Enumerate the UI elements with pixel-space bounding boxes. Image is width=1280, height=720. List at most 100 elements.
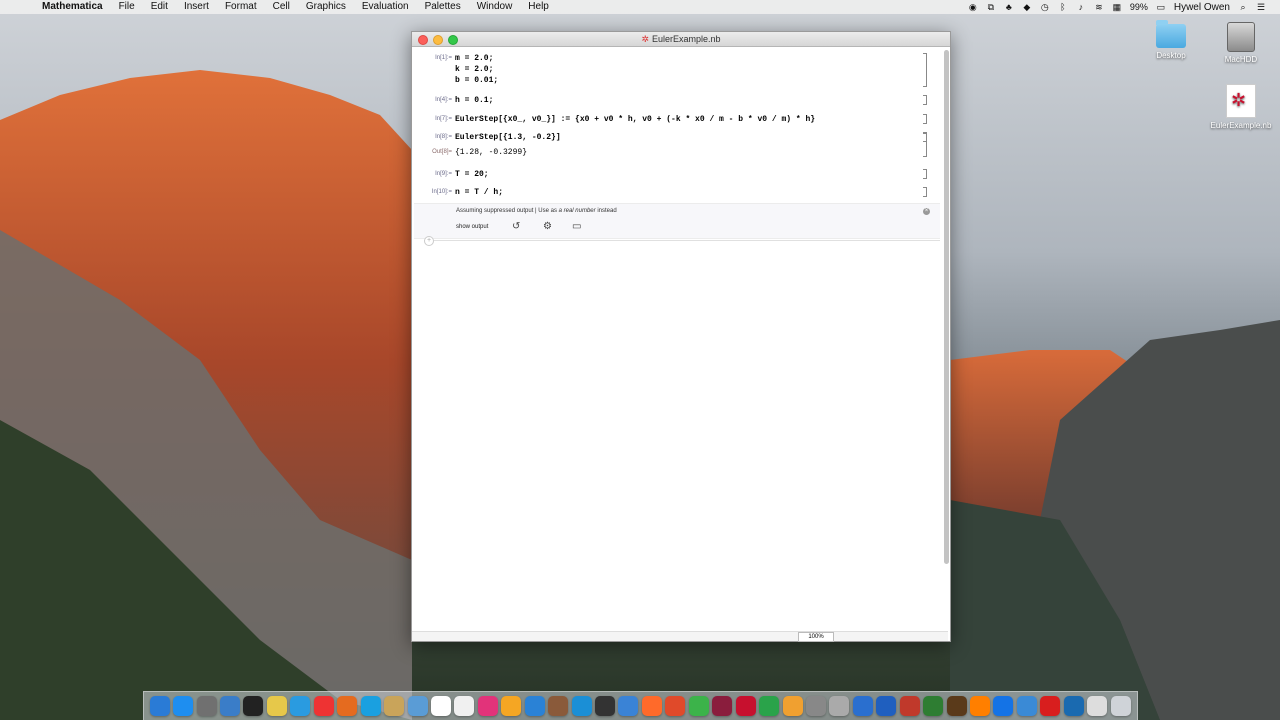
cell-bracket[interactable] xyxy=(923,95,927,105)
dock-app-scrivener-icon[interactable] xyxy=(946,696,967,716)
dock-app-chrome-icon[interactable] xyxy=(313,696,334,716)
menu-graphics[interactable]: Graphics xyxy=(298,0,354,14)
dock-app-app-store-icon[interactable] xyxy=(173,696,194,716)
cell-bracket[interactable] xyxy=(923,187,927,197)
menu-insert[interactable]: Insert xyxy=(176,0,217,14)
close-window-button[interactable] xyxy=(418,35,428,45)
dock-app-keynote-remote-icon[interactable] xyxy=(1016,696,1037,716)
minimize-window-button[interactable] xyxy=(433,35,443,45)
close-suggestions-icon[interactable]: × xyxy=(923,208,930,215)
dock-app-photoshop-icon[interactable] xyxy=(993,696,1014,716)
wifi-icon[interactable]: ≋ xyxy=(1094,2,1104,12)
bluetooth-icon[interactable]: ᛒ xyxy=(1058,2,1068,12)
notebook-cell[interactable]: In[9]:= T = 20; xyxy=(412,169,937,181)
menu-file[interactable]: File xyxy=(111,0,143,14)
suggestion-link-real-number[interactable]: a real number xyxy=(559,208,596,214)
menu-evaluation[interactable]: Evaluation xyxy=(354,0,417,14)
dock-app-documents-icon[interactable] xyxy=(1087,696,1108,716)
cell-code[interactable]: n = T / h; xyxy=(455,187,503,198)
dock-app-sketch-icon[interactable] xyxy=(782,696,803,716)
cell-bracket[interactable] xyxy=(923,114,927,124)
dock-app-safari-icon[interactable] xyxy=(290,696,311,716)
notebook-content[interactable]: In[1]:= m = 2.0; k = 2.0; b = 0.01; In[4… xyxy=(412,47,942,632)
cell-output[interactable]: {1.28, -0.3299} xyxy=(455,147,527,158)
dock-app-illustrator-icon[interactable] xyxy=(970,696,991,716)
screenshot-icon[interactable]: ⧉ xyxy=(986,2,996,12)
dock-app-terminal-icon[interactable] xyxy=(243,696,264,716)
menu-cell[interactable]: Cell xyxy=(265,0,298,14)
dock-app-lightroom-icon[interactable] xyxy=(1063,696,1084,716)
dock-app-excel-icon[interactable] xyxy=(923,696,944,716)
notebook-cell[interactable]: In[1]:= m = 2.0; k = 2.0; b = 0.01; xyxy=(412,53,937,89)
dock-app-skype-icon[interactable] xyxy=(360,696,381,716)
menu-window[interactable]: Window xyxy=(469,0,521,14)
window-titlebar[interactable]: ✲ EulerExample.nb xyxy=(412,32,950,47)
record-icon[interactable]: ◉ xyxy=(968,2,978,12)
cell-code[interactable]: EulerStep[{1.3, -0.2}] xyxy=(455,132,561,143)
dock-app-github-icon[interactable] xyxy=(595,696,616,716)
show-output-button[interactable]: show output xyxy=(456,224,488,230)
dock-app-mathematica-player-icon[interactable] xyxy=(735,696,756,716)
desktop-icon-eulerexample[interactable]: ✲ EulerExample.nb xyxy=(1206,84,1276,130)
dock-app-drive-icon[interactable] xyxy=(829,696,850,716)
user-name[interactable]: Hywel Owen xyxy=(1174,2,1230,13)
dock-app-sublime-icon[interactable] xyxy=(641,696,662,716)
dropbox-icon[interactable]: ◆ xyxy=(1022,2,1032,12)
dock-app-keynote-icon[interactable] xyxy=(524,696,545,716)
zoom-level[interactable]: 100% xyxy=(798,632,834,642)
menu-edit[interactable]: Edit xyxy=(143,0,176,14)
desktop-icon-machdd[interactable]: MacHDD xyxy=(1206,22,1276,64)
dock-app-preview-icon[interactable] xyxy=(407,696,428,716)
cell-group-bracket[interactable] xyxy=(923,133,927,157)
add-cell-icon[interactable]: + xyxy=(424,236,434,246)
dock-app-matlab-icon[interactable] xyxy=(665,696,686,716)
dock-app-photos-icon[interactable] xyxy=(501,696,522,716)
dock-app-mathematica-icon[interactable] xyxy=(712,696,733,716)
dock-app-calendar-icon[interactable] xyxy=(430,696,451,716)
evernote-icon[interactable]: ♣ xyxy=(1004,2,1014,12)
dock-app-trash-icon[interactable] xyxy=(1110,696,1131,716)
menu-app-name[interactable]: Mathematica xyxy=(34,0,111,14)
cell-bracket[interactable] xyxy=(923,169,927,179)
spotlight-search-icon[interactable]: ⌕ xyxy=(1238,2,1248,12)
dock-app-xcode-tools-icon[interactable] xyxy=(618,696,639,716)
dock-app-books-icon[interactable] xyxy=(548,696,569,716)
dock-app-powerpoint-icon[interactable] xyxy=(899,696,920,716)
notebook-cell[interactable]: In[4]:= h = 0.1; xyxy=(412,95,937,107)
vertical-scrollbar[interactable] xyxy=(944,50,949,564)
zoom-window-button[interactable] xyxy=(448,35,458,45)
feedback-icon[interactable]: ▭ xyxy=(572,221,581,233)
notebook-cell[interactable]: In[10]:= n = T / h; xyxy=(412,187,937,199)
cell-code[interactable]: m = 2.0; k = 2.0; b = 0.01; xyxy=(455,53,498,86)
cell-code[interactable]: EulerStep[{x0_, v0_}] := {x0 + v0 * h, v… xyxy=(455,114,815,125)
dock-app-texshop-icon[interactable] xyxy=(805,696,826,716)
dock-app-firefox-icon[interactable] xyxy=(337,696,358,716)
notebook-output-cell[interactable]: Out[8]= {1.28, -0.3299} xyxy=(412,133,937,159)
dock-app-notes-icon[interactable] xyxy=(384,696,405,716)
cell-bracket[interactable] xyxy=(923,53,927,87)
dock-app-winzip-icon[interactable] xyxy=(852,696,873,716)
dock-app-cyberduck-icon[interactable] xyxy=(266,696,287,716)
menu-palettes[interactable]: Palettes xyxy=(417,0,469,14)
cell-code[interactable]: T = 20; xyxy=(455,169,489,180)
notification-center-icon[interactable]: ☰ xyxy=(1256,2,1266,12)
undo-icon[interactable]: ↺ xyxy=(512,221,520,233)
dock-app-system-preferences-icon[interactable] xyxy=(196,696,217,716)
cell-insertion-line[interactable] xyxy=(424,240,940,241)
menu-format[interactable]: Format xyxy=(217,0,265,14)
notebook-cell[interactable]: In[7]:= EulerStep[{x0_, v0_}] := {x0 + v… xyxy=(412,114,937,126)
battery-level[interactable]: 99% xyxy=(1130,2,1148,12)
dock-app-evernote-icon[interactable] xyxy=(688,696,709,716)
volume-icon[interactable]: ♪ xyxy=(1076,2,1086,12)
menu-help[interactable]: Help xyxy=(520,0,557,14)
dock-app-xcode-icon[interactable] xyxy=(220,696,241,716)
battery-icon[interactable]: ▭ xyxy=(1156,2,1166,12)
notebook-cell[interactable]: In[8]:= EulerStep[{1.3, -0.2}] xyxy=(412,132,937,144)
dock-app-kindle-icon[interactable] xyxy=(571,696,592,716)
dock-app-itunes-icon[interactable] xyxy=(477,696,498,716)
dock-app-acrobat-icon[interactable] xyxy=(1040,696,1061,716)
gear-icon[interactable]: ⚙ xyxy=(543,221,552,233)
dock-app-finder-icon[interactable] xyxy=(149,696,170,716)
cell-code[interactable]: h = 0.1; xyxy=(455,95,493,106)
timemachine-icon[interactable]: ◷ xyxy=(1040,2,1050,12)
